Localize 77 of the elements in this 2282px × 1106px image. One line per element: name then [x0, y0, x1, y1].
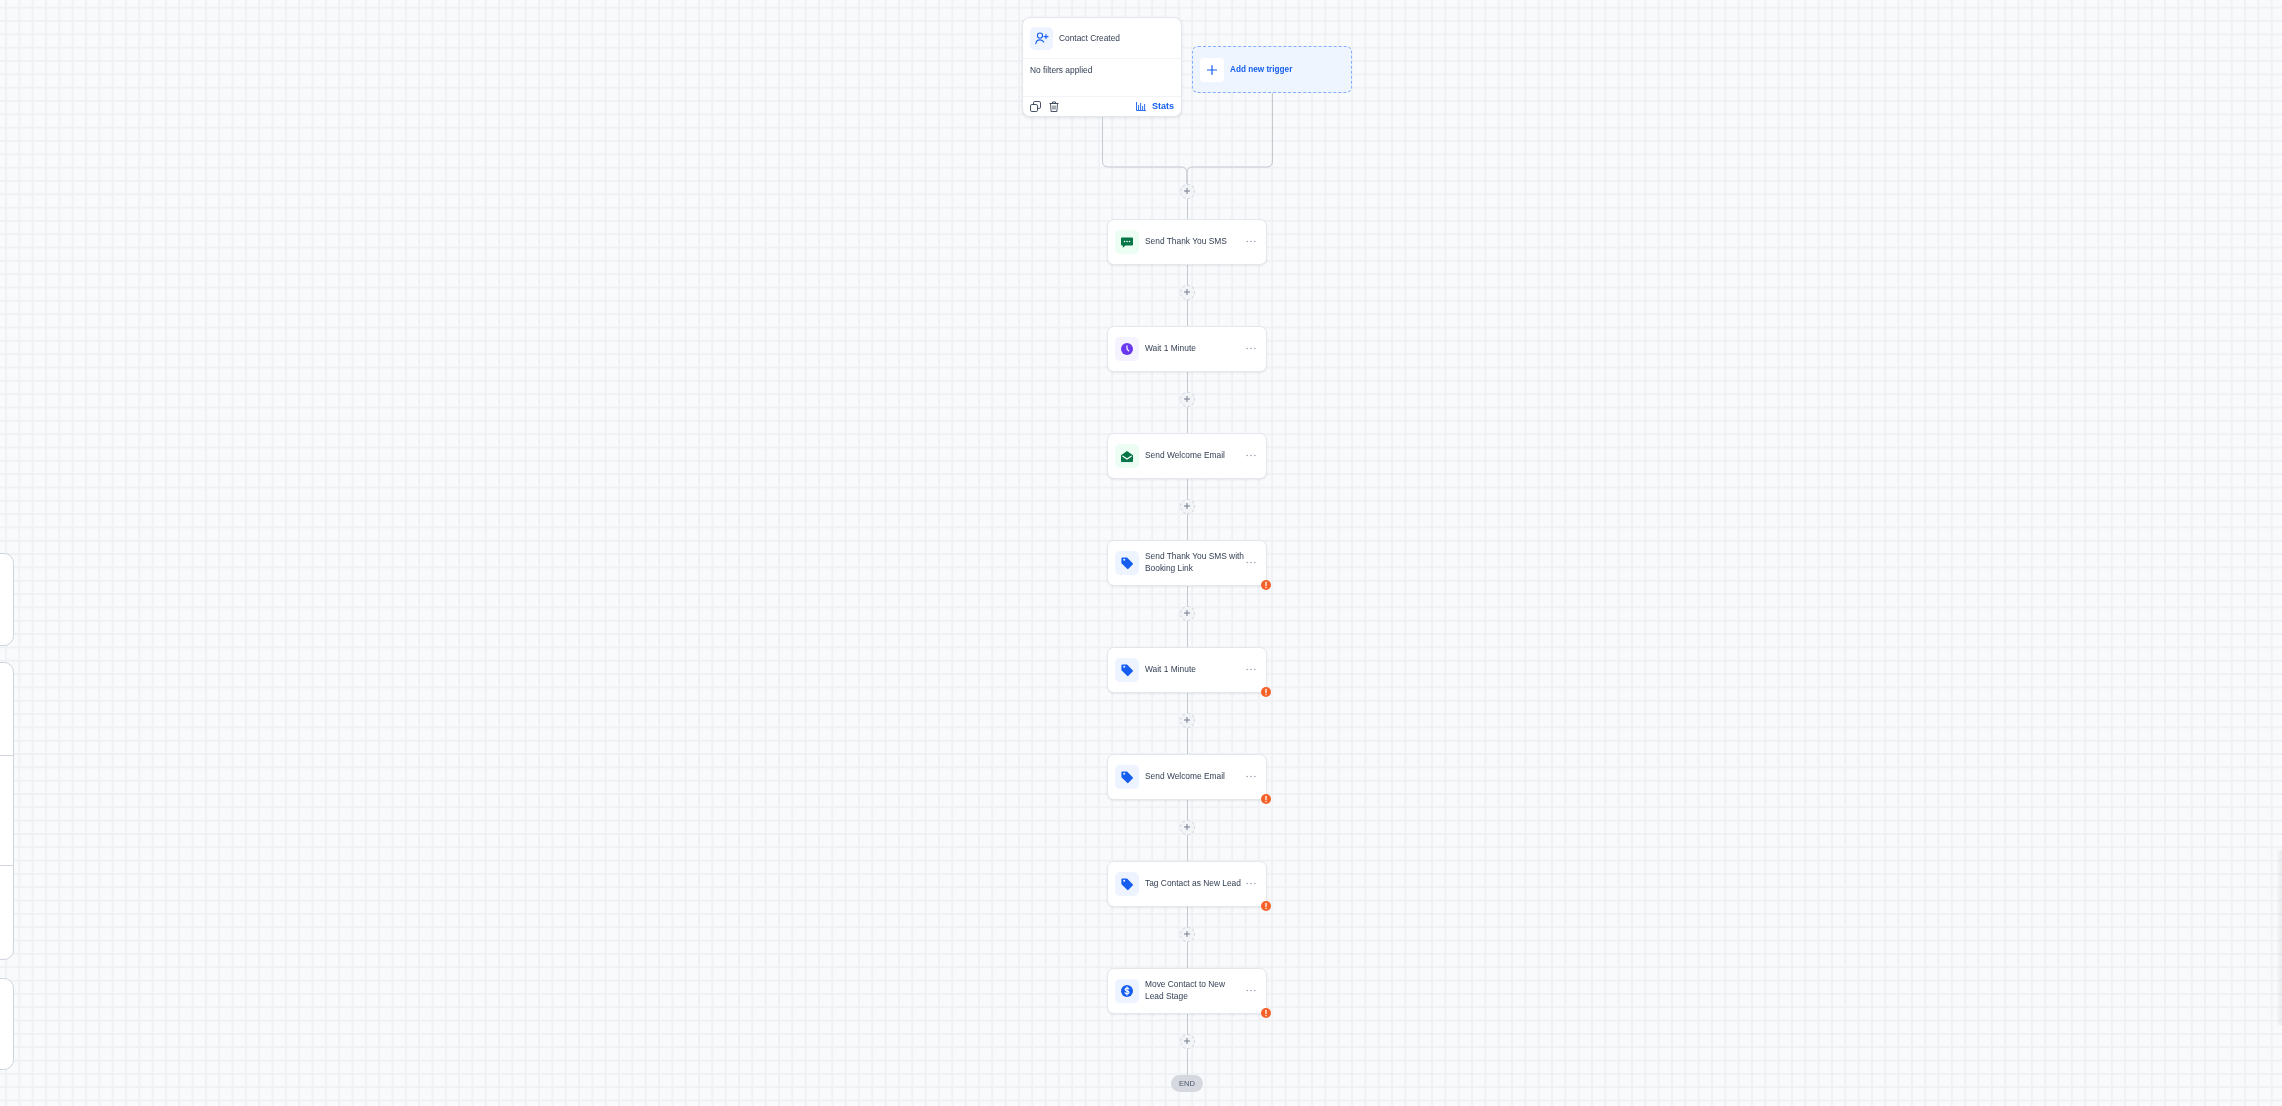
- user-plus-icon: [1030, 26, 1053, 50]
- plus-icon: [1184, 824, 1190, 830]
- plus-icon: [1184, 396, 1190, 402]
- add-trigger-button[interactable]: Add new trigger: [1192, 46, 1352, 93]
- connector-line: [1186, 620, 1188, 647]
- connector-line: [1186, 198, 1188, 219]
- stats-button[interactable]: Stats: [1136, 101, 1174, 112]
- envelope-icon: [1115, 443, 1139, 468]
- connector-line: [1186, 264, 1188, 285]
- connector-line: [1186, 585, 1188, 606]
- add-step-button[interactable]: [1179, 284, 1195, 300]
- connector-line: [1186, 799, 1188, 820]
- add-step-button[interactable]: [1179, 819, 1195, 835]
- action-node[interactable]: Send Thank You SMS: [1107, 218, 1267, 265]
- more-icon[interactable]: [1246, 882, 1256, 885]
- plus-icon: [1184, 503, 1190, 509]
- node-title: Wait 1 Minute: [1145, 663, 1197, 676]
- add-step-button[interactable]: [1179, 926, 1195, 942]
- node-title: Tag Contact as New Lead: [1145, 877, 1242, 890]
- plus-icon: [1200, 57, 1224, 82]
- more-icon[interactable]: [1246, 240, 1256, 243]
- action-node[interactable]: Wait 1 Minute: [1107, 325, 1267, 372]
- node-title: Send Thank You SMS: [1145, 235, 1228, 248]
- plus-icon: [1184, 289, 1190, 295]
- chat-icon: [1115, 229, 1139, 254]
- action-node[interactable]: Send Welcome Email: [1107, 753, 1267, 800]
- action-node[interactable]: Send Thank You SMS with Booking Link: [1107, 539, 1267, 586]
- connector-line: [1186, 906, 1188, 927]
- add-step-button[interactable]: [1179, 391, 1195, 407]
- tag-icon: [1115, 764, 1139, 789]
- filter-text: No filters applied: [1030, 65, 1093, 75]
- plus-icon: [1184, 931, 1190, 937]
- plus-icon: [1184, 188, 1190, 194]
- connector-line: [1186, 1048, 1188, 1075]
- action-node[interactable]: Tag Contact as New Lead: [1107, 860, 1267, 907]
- node-title: Move Contact to New Lead Stage: [1145, 979, 1227, 1002]
- plus-icon: [1184, 717, 1190, 723]
- connector-line: [1186, 406, 1188, 433]
- add-step-button[interactable]: [1179, 712, 1195, 728]
- connector-line: [1186, 513, 1188, 540]
- add-step-button[interactable]: [1179, 1033, 1195, 1049]
- connector-line: [1186, 299, 1188, 326]
- connector-line: [1186, 371, 1188, 392]
- trash-icon[interactable]: [1049, 101, 1059, 112]
- bar-chart-icon: [1136, 102, 1146, 111]
- node-title: Send Welcome Email: [1145, 449, 1226, 462]
- add-step-button[interactable]: [1179, 498, 1195, 514]
- node-title: Wait 1 Minute: [1145, 342, 1197, 355]
- tag-icon: [1115, 657, 1139, 682]
- more-icon[interactable]: [1246, 775, 1256, 778]
- trigger-card[interactable]: Contact Created No filters applied Stats: [1022, 17, 1182, 117]
- more-icon[interactable]: [1246, 668, 1256, 671]
- connector-line: [1186, 478, 1188, 499]
- more-icon[interactable]: [1246, 347, 1256, 350]
- tag-icon: [1115, 550, 1139, 575]
- connector-line: [1186, 1013, 1188, 1034]
- connector-line: [1186, 834, 1188, 861]
- connector-line: [1186, 941, 1188, 968]
- copy-icon[interactable]: [1030, 101, 1041, 112]
- add-step-button[interactable]: [1179, 605, 1195, 621]
- action-node[interactable]: Send Welcome Email: [1107, 432, 1267, 479]
- plus-icon: [1184, 1038, 1190, 1044]
- action-node[interactable]: Wait 1 Minute: [1107, 646, 1267, 693]
- more-icon[interactable]: [1246, 454, 1256, 457]
- trigger-title: Contact Created: [1059, 33, 1120, 43]
- connector-line: [1186, 727, 1188, 754]
- tag-icon: [1115, 871, 1139, 896]
- more-icon[interactable]: [1246, 989, 1256, 992]
- more-icon[interactable]: [1246, 561, 1256, 564]
- dollar-icon: [1115, 978, 1139, 1003]
- clock-icon: [1115, 336, 1139, 361]
- connector-line: [1186, 692, 1188, 713]
- action-node[interactable]: Move Contact to New Lead Stage: [1107, 967, 1267, 1014]
- add-step-button[interactable]: [1179, 183, 1195, 199]
- node-title: Send Welcome Email: [1145, 770, 1226, 783]
- node-title: Send Thank You SMS with Booking Link: [1145, 551, 1244, 574]
- plus-icon: [1184, 610, 1190, 616]
